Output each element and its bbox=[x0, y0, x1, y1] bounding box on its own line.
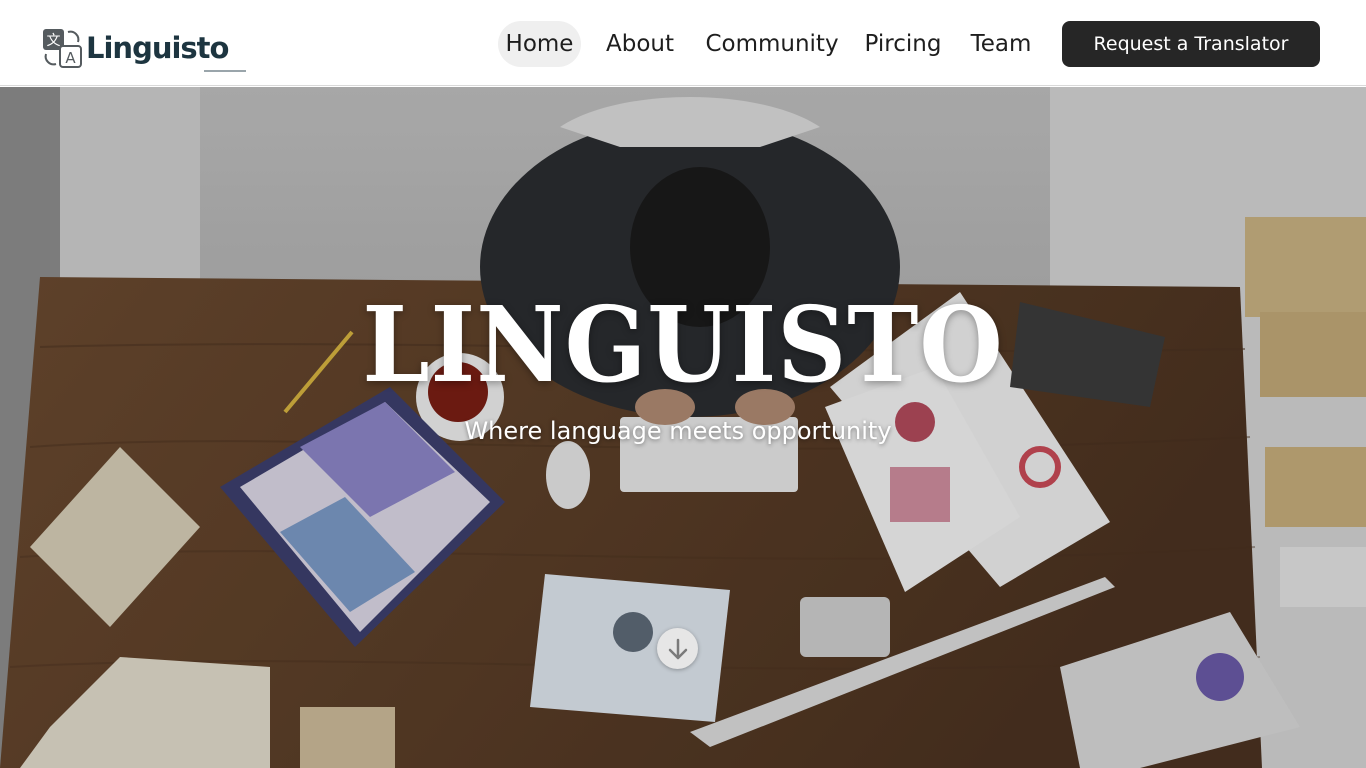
nav-team[interactable]: Team bbox=[968, 21, 1034, 67]
nav-about[interactable]: About bbox=[602, 21, 678, 67]
logo-glyph-top: 文 bbox=[47, 33, 61, 49]
scroll-down-button[interactable] bbox=[657, 628, 698, 669]
logo[interactable]: 文 A Linguisto bbox=[42, 28, 246, 72]
site-header: 文 A Linguisto Home About Community Pirci… bbox=[0, 0, 1366, 86]
logo-underline bbox=[204, 70, 246, 72]
nav-home[interactable]: Home bbox=[498, 21, 581, 67]
translate-icon: 文 A bbox=[43, 29, 82, 68]
request-translator-button[interactable]: Request a Translator bbox=[1062, 21, 1320, 67]
logo-text: Linguisto bbox=[86, 31, 229, 65]
hero-section: LINGUISTO Where language meets opportuni… bbox=[0, 87, 1366, 768]
nav-pricing[interactable]: Pircing bbox=[864, 21, 942, 67]
hero-subtitle: Where language meets opportunity bbox=[464, 417, 892, 445]
logo-glyph-bottom: A bbox=[65, 49, 76, 67]
arrow-down-icon bbox=[668, 638, 687, 659]
nav-community[interactable]: Community bbox=[704, 21, 840, 67]
hero-title: LINGUISTO bbox=[362, 283, 1004, 406]
